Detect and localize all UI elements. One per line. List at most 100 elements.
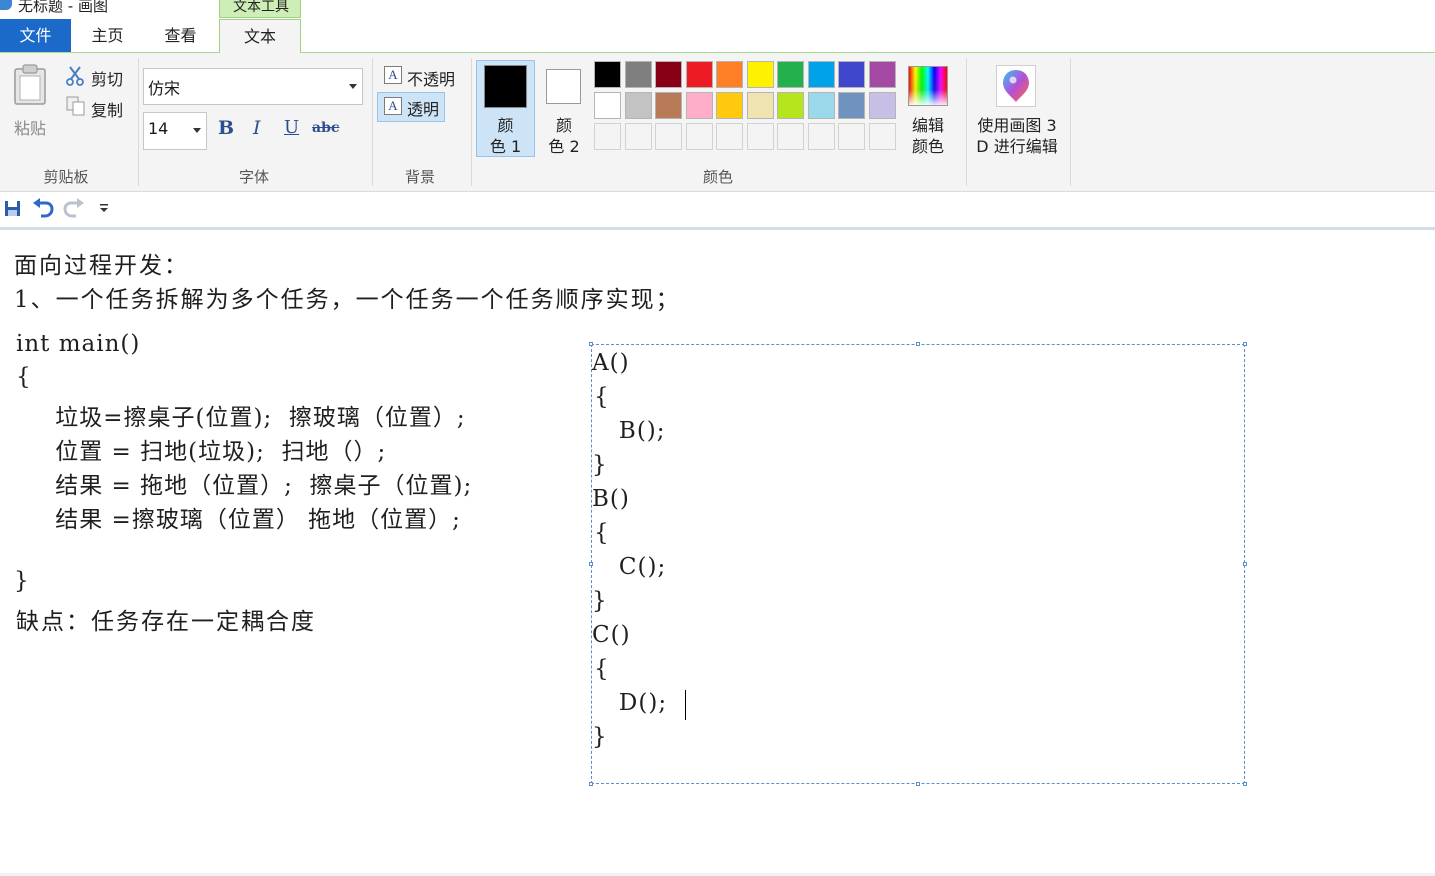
code-line: 位置 = 扫地(垃圾); 扫地（）;: [22, 439, 387, 465]
resize-handle[interactable]: [1243, 782, 1247, 786]
edit-colors-label-line2: 颜色: [911, 137, 944, 156]
resize-handle[interactable]: [589, 562, 593, 566]
custom-color-slot[interactable]: [838, 123, 865, 150]
tab-file[interactable]: 文件: [0, 19, 71, 52]
color-2-label-line1: 颜: [555, 116, 572, 135]
edit-colors-label[interactable]: 编辑 颜色: [902, 115, 954, 157]
textbox-line: }: [592, 724, 608, 750]
resize-handle[interactable]: [1243, 562, 1247, 566]
paint-3d-button-label[interactable]: 使用画图 3 D 进行编辑: [970, 115, 1064, 157]
palette-swatch[interactable]: [807, 92, 835, 119]
palette-swatch[interactable]: [716, 61, 743, 88]
undo-icon[interactable]: [32, 198, 54, 219]
palette-swatch[interactable]: [655, 61, 682, 88]
palette-swatch[interactable]: [807, 61, 835, 88]
palette-swatch[interactable]: [594, 92, 621, 119]
custom-color-slot[interactable]: [655, 123, 682, 150]
bold-button[interactable]: B: [218, 117, 234, 139]
custom-color-slot[interactable]: [777, 123, 804, 150]
text-tools-context-group: 文本工具: [219, 0, 301, 18]
palette-swatch[interactable]: [624, 61, 652, 88]
palette-swatch[interactable]: [777, 92, 804, 119]
scissors-icon[interactable]: [66, 66, 84, 86]
resize-handle[interactable]: [589, 342, 593, 346]
palette-swatch[interactable]: [594, 61, 621, 88]
custom-color-slot[interactable]: [807, 123, 835, 150]
group-separator: [138, 58, 139, 186]
textbox-line: {: [594, 384, 610, 410]
code-line: 垃圾=擦桌子(位置); 擦玻璃（位置）;: [22, 405, 466, 431]
redo-icon[interactable]: [63, 198, 85, 219]
custom-color-slot[interactable]: [716, 123, 743, 150]
palette-swatch[interactable]: [685, 61, 713, 88]
save-icon[interactable]: [4, 200, 21, 217]
tab-home[interactable]: 主页: [71, 19, 144, 52]
copy-button-label[interactable]: 复制: [91, 97, 123, 121]
paint-3d-drop-icon: [1003, 70, 1029, 102]
color-2-swatch[interactable]: [546, 69, 581, 104]
canvas-heading-text: 面向过程开发：: [14, 253, 189, 279]
color-1-swatch[interactable]: [484, 65, 527, 108]
clipboard-group-label: 剪贴板: [43, 168, 89, 186]
opaque-background-icon[interactable]: A: [384, 66, 402, 84]
palette-swatch[interactable]: [746, 92, 774, 119]
text-box-selection[interactable]: [591, 344, 1245, 784]
palette-swatch[interactable]: [868, 61, 896, 88]
tab-text[interactable]: 文本: [219, 19, 301, 53]
palette-swatch[interactable]: [716, 92, 743, 119]
underline-button[interactable]: U: [284, 117, 299, 138]
custom-color-slot[interactable]: [594, 123, 621, 150]
palette-swatch[interactable]: [777, 61, 804, 88]
font-size-dropdown[interactable]: 14: [143, 112, 207, 150]
palette-swatch[interactable]: [838, 92, 865, 119]
resize-handle[interactable]: [916, 782, 920, 786]
resize-handle[interactable]: [916, 342, 920, 346]
customize-toolbar-chevron-icon[interactable]: [99, 204, 109, 213]
chevron-down-icon[interactable]: [193, 128, 201, 133]
textbox-line: }: [592, 452, 608, 478]
paint-3d-icon[interactable]: [996, 65, 1036, 107]
textbox-line: C(): [592, 622, 631, 648]
edit-colors-label-line1: 编辑: [911, 116, 944, 135]
custom-color-slot[interactable]: [624, 123, 652, 150]
background-group-label: 背景: [404, 168, 435, 186]
tab-view[interactable]: 查看: [144, 19, 217, 52]
custom-color-slot[interactable]: [868, 123, 896, 150]
transparent-background-icon[interactable]: A: [384, 97, 402, 115]
resize-handle[interactable]: [1243, 342, 1247, 346]
group-separator: [966, 58, 967, 186]
resize-handle[interactable]: [589, 782, 593, 786]
paste-button-label[interactable]: 粘贴: [14, 115, 46, 139]
code-line: }: [14, 568, 30, 594]
textbox-line: {: [594, 520, 610, 546]
color-2-label-line2: 色 2: [548, 137, 580, 156]
palette-swatch[interactable]: [685, 92, 713, 119]
code-line: int main(): [16, 331, 141, 357]
textbox-line: B(): [592, 486, 630, 512]
palette-swatch[interactable]: [868, 92, 896, 119]
palette-swatch[interactable]: [838, 61, 865, 88]
copy-icon[interactable]: [66, 96, 86, 116]
colors-group-label: 颜色: [702, 168, 733, 186]
title-bar: [0, 0, 1435, 16]
transparent-button-label[interactable]: 透明: [407, 96, 439, 120]
opaque-button-label[interactable]: 不透明: [407, 66, 455, 90]
paste-icon[interactable]: [13, 64, 47, 106]
font-family-dropdown[interactable]: 仿宋: [143, 68, 363, 105]
italic-button[interactable]: I: [253, 117, 261, 139]
custom-color-slot[interactable]: [685, 123, 713, 150]
chevron-down-icon[interactable]: [349, 84, 357, 89]
custom-color-slot[interactable]: [746, 123, 774, 150]
textbox-line: B();: [594, 418, 666, 444]
color-palette: [594, 61, 899, 153]
textbox-line: D();: [594, 690, 668, 716]
cut-button-label[interactable]: 剪切: [91, 66, 123, 90]
palette-swatch[interactable]: [624, 92, 652, 119]
code-line: 结果 = 拖地（位置）; 擦桌子（位置);: [22, 473, 473, 499]
textbox-line: A(): [592, 350, 630, 376]
edit-colors-icon[interactable]: [908, 66, 948, 106]
strikethrough-button[interactable]: abc: [312, 120, 339, 136]
color-1-label-line1: 颜: [497, 116, 514, 135]
palette-swatch[interactable]: [655, 92, 682, 119]
palette-swatch[interactable]: [746, 61, 774, 88]
